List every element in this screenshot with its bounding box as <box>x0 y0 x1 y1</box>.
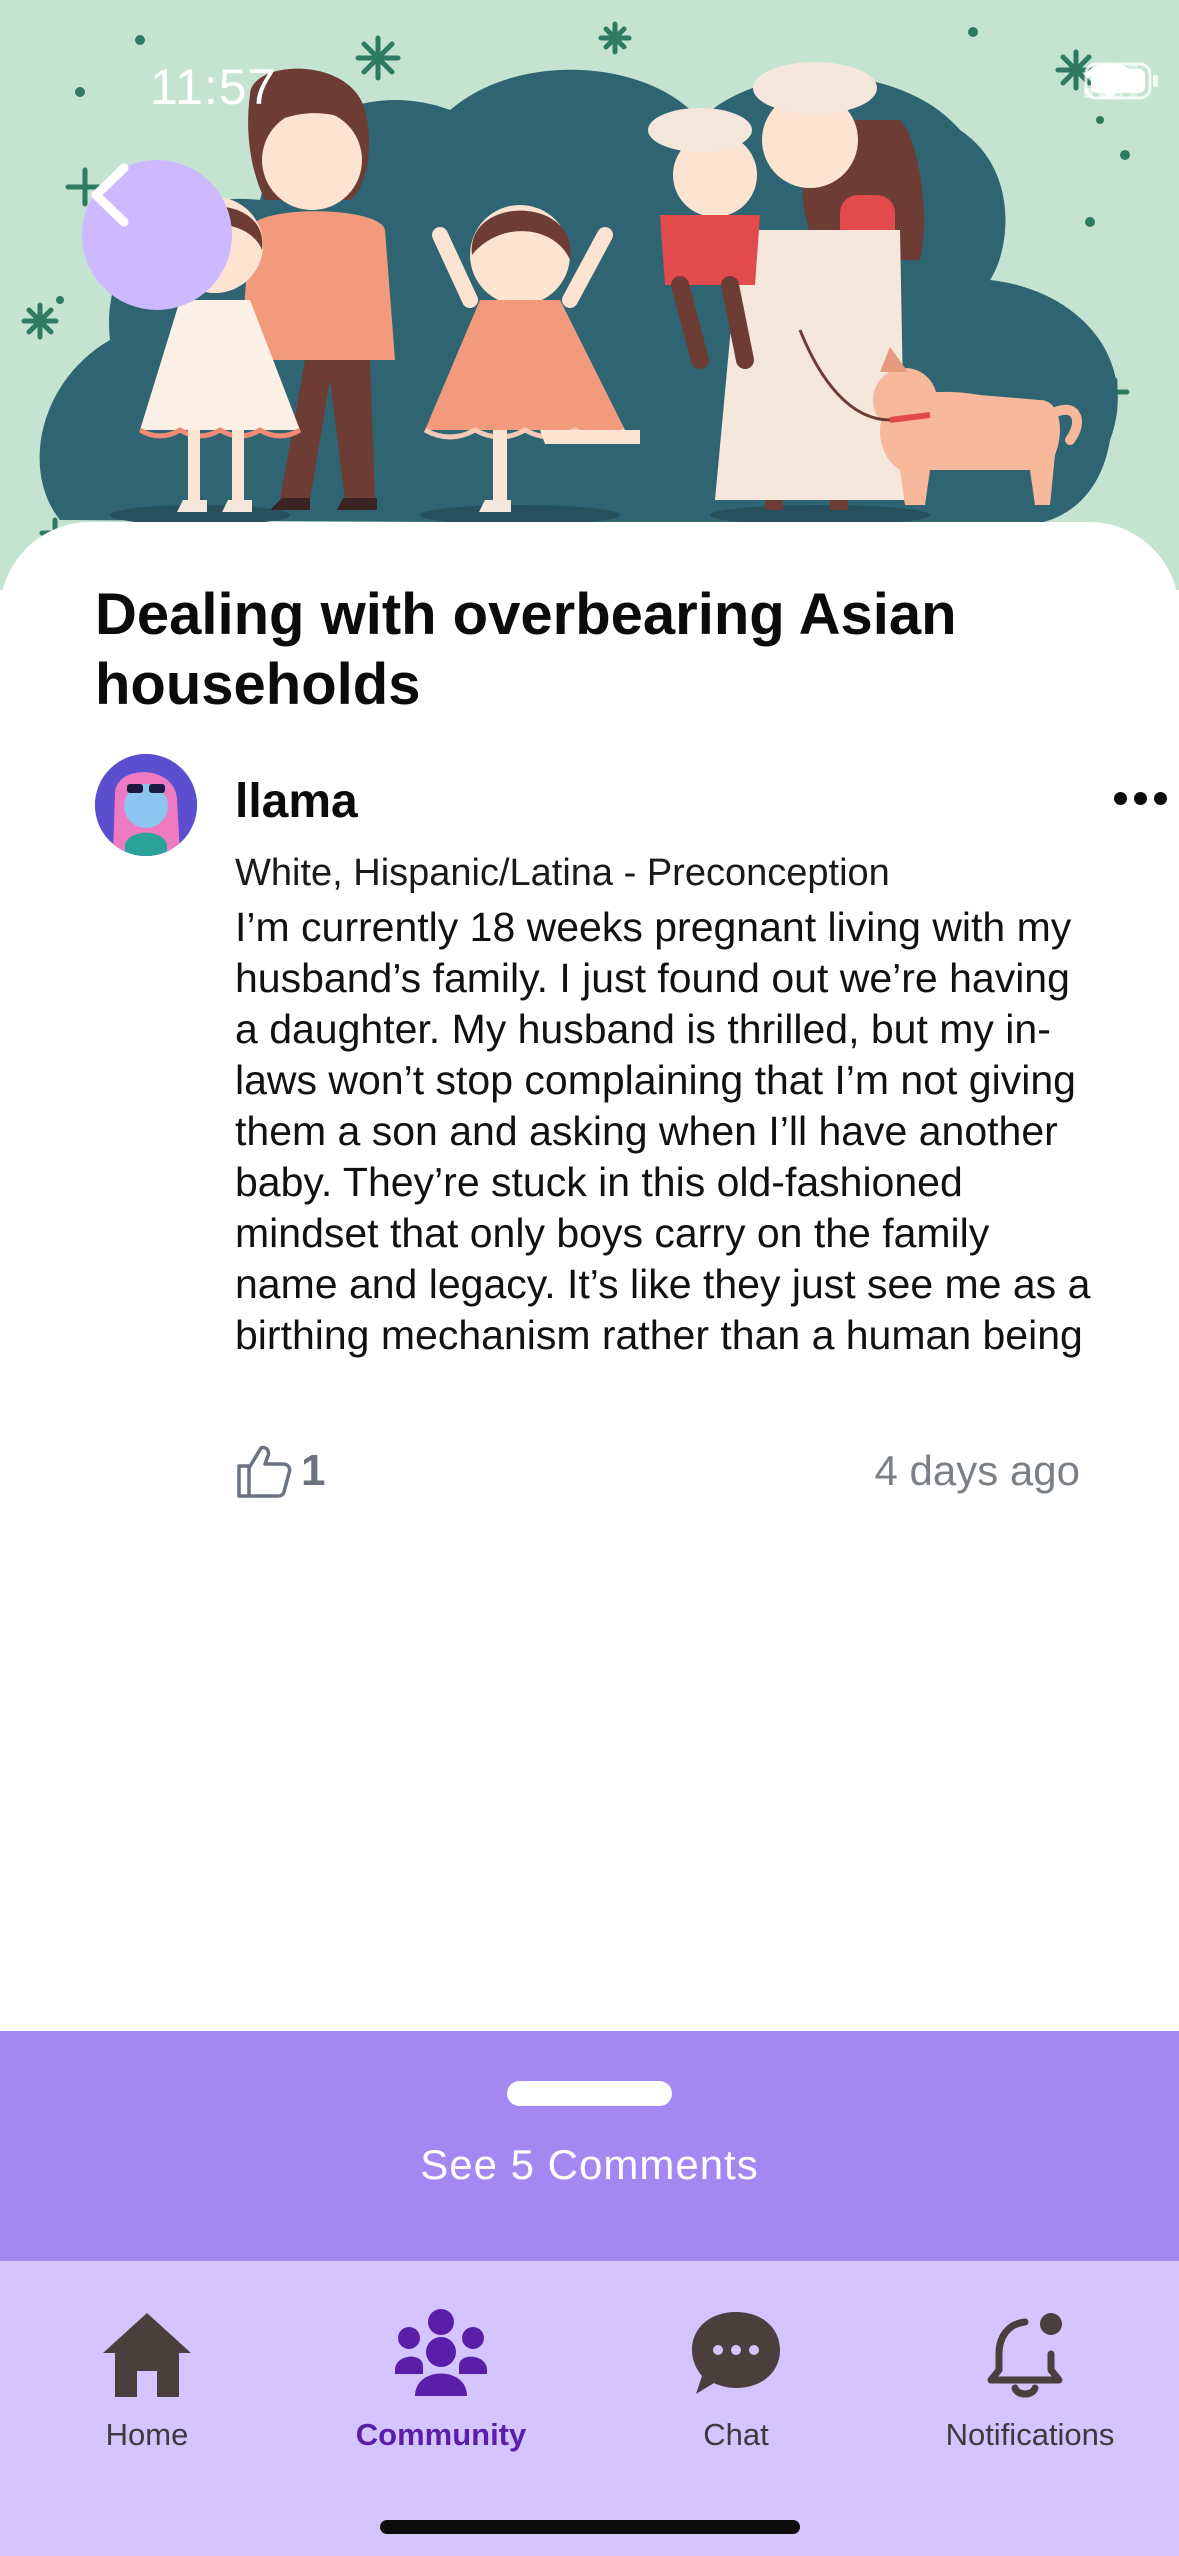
more-dot-icon <box>1154 792 1167 805</box>
more-dot-icon <box>1114 792 1127 805</box>
user-avatar-illustration <box>95 754 197 856</box>
chevron-left-icon <box>91 163 129 227</box>
see-comments-bar[interactable]: See 5 Comments <box>0 2031 1179 2261</box>
tab-home[interactable]: Home <box>17 2299 277 2453</box>
tab-community[interactable]: Community <box>311 2299 571 2453</box>
post-body: I’m currently 18 weeks pregnant living w… <box>235 904 1091 1358</box>
drag-handle[interactable] <box>507 2081 672 2106</box>
community-icon <box>395 2309 487 2396</box>
back-button[interactable] <box>82 160 232 310</box>
see-comments-label: See 5 Comments <box>420 2141 759 2188</box>
battery-icon <box>1084 62 1158 100</box>
author-name[interactable]: llama <box>235 774 358 829</box>
like-button[interactable]: 1 <box>235 1442 325 1500</box>
tab-notifications[interactable]: Notifications <box>900 2299 1160 2453</box>
post-title: Dealing with overbearing Asian household… <box>95 582 957 717</box>
tab-home-label: Home <box>105 2417 189 2452</box>
chat-icon <box>692 2312 780 2394</box>
like-count: 1 <box>301 1446 326 1495</box>
post-card: Dealing with overbearing Asian household… <box>0 522 1179 2032</box>
thumbs-up-icon <box>237 1445 292 1498</box>
bottom-tab-bar: Home Community Chat Notifications <box>0 2261 1179 2556</box>
home-indicator <box>380 2520 800 2534</box>
home-icon <box>103 2313 191 2397</box>
tab-community-label: Community <box>355 2417 527 2452</box>
avatar[interactable] <box>95 754 197 856</box>
author-meta: White, Hispanic/Latina - Preconception <box>235 852 890 894</box>
tab-chat-label: Chat <box>703 2417 769 2452</box>
bell-icon <box>987 2313 1063 2398</box>
post-time: 4 days ago <box>874 1447 1081 1494</box>
tab-notifications-label: Notifications <box>945 2417 1115 2452</box>
more-options-button[interactable] <box>1114 792 1167 805</box>
status-time: 11:57 <box>150 59 277 115</box>
tab-chat[interactable]: Chat <box>606 2299 866 2453</box>
hero-illustration: 11:57 <box>0 0 1179 590</box>
more-dot-icon <box>1134 792 1147 805</box>
